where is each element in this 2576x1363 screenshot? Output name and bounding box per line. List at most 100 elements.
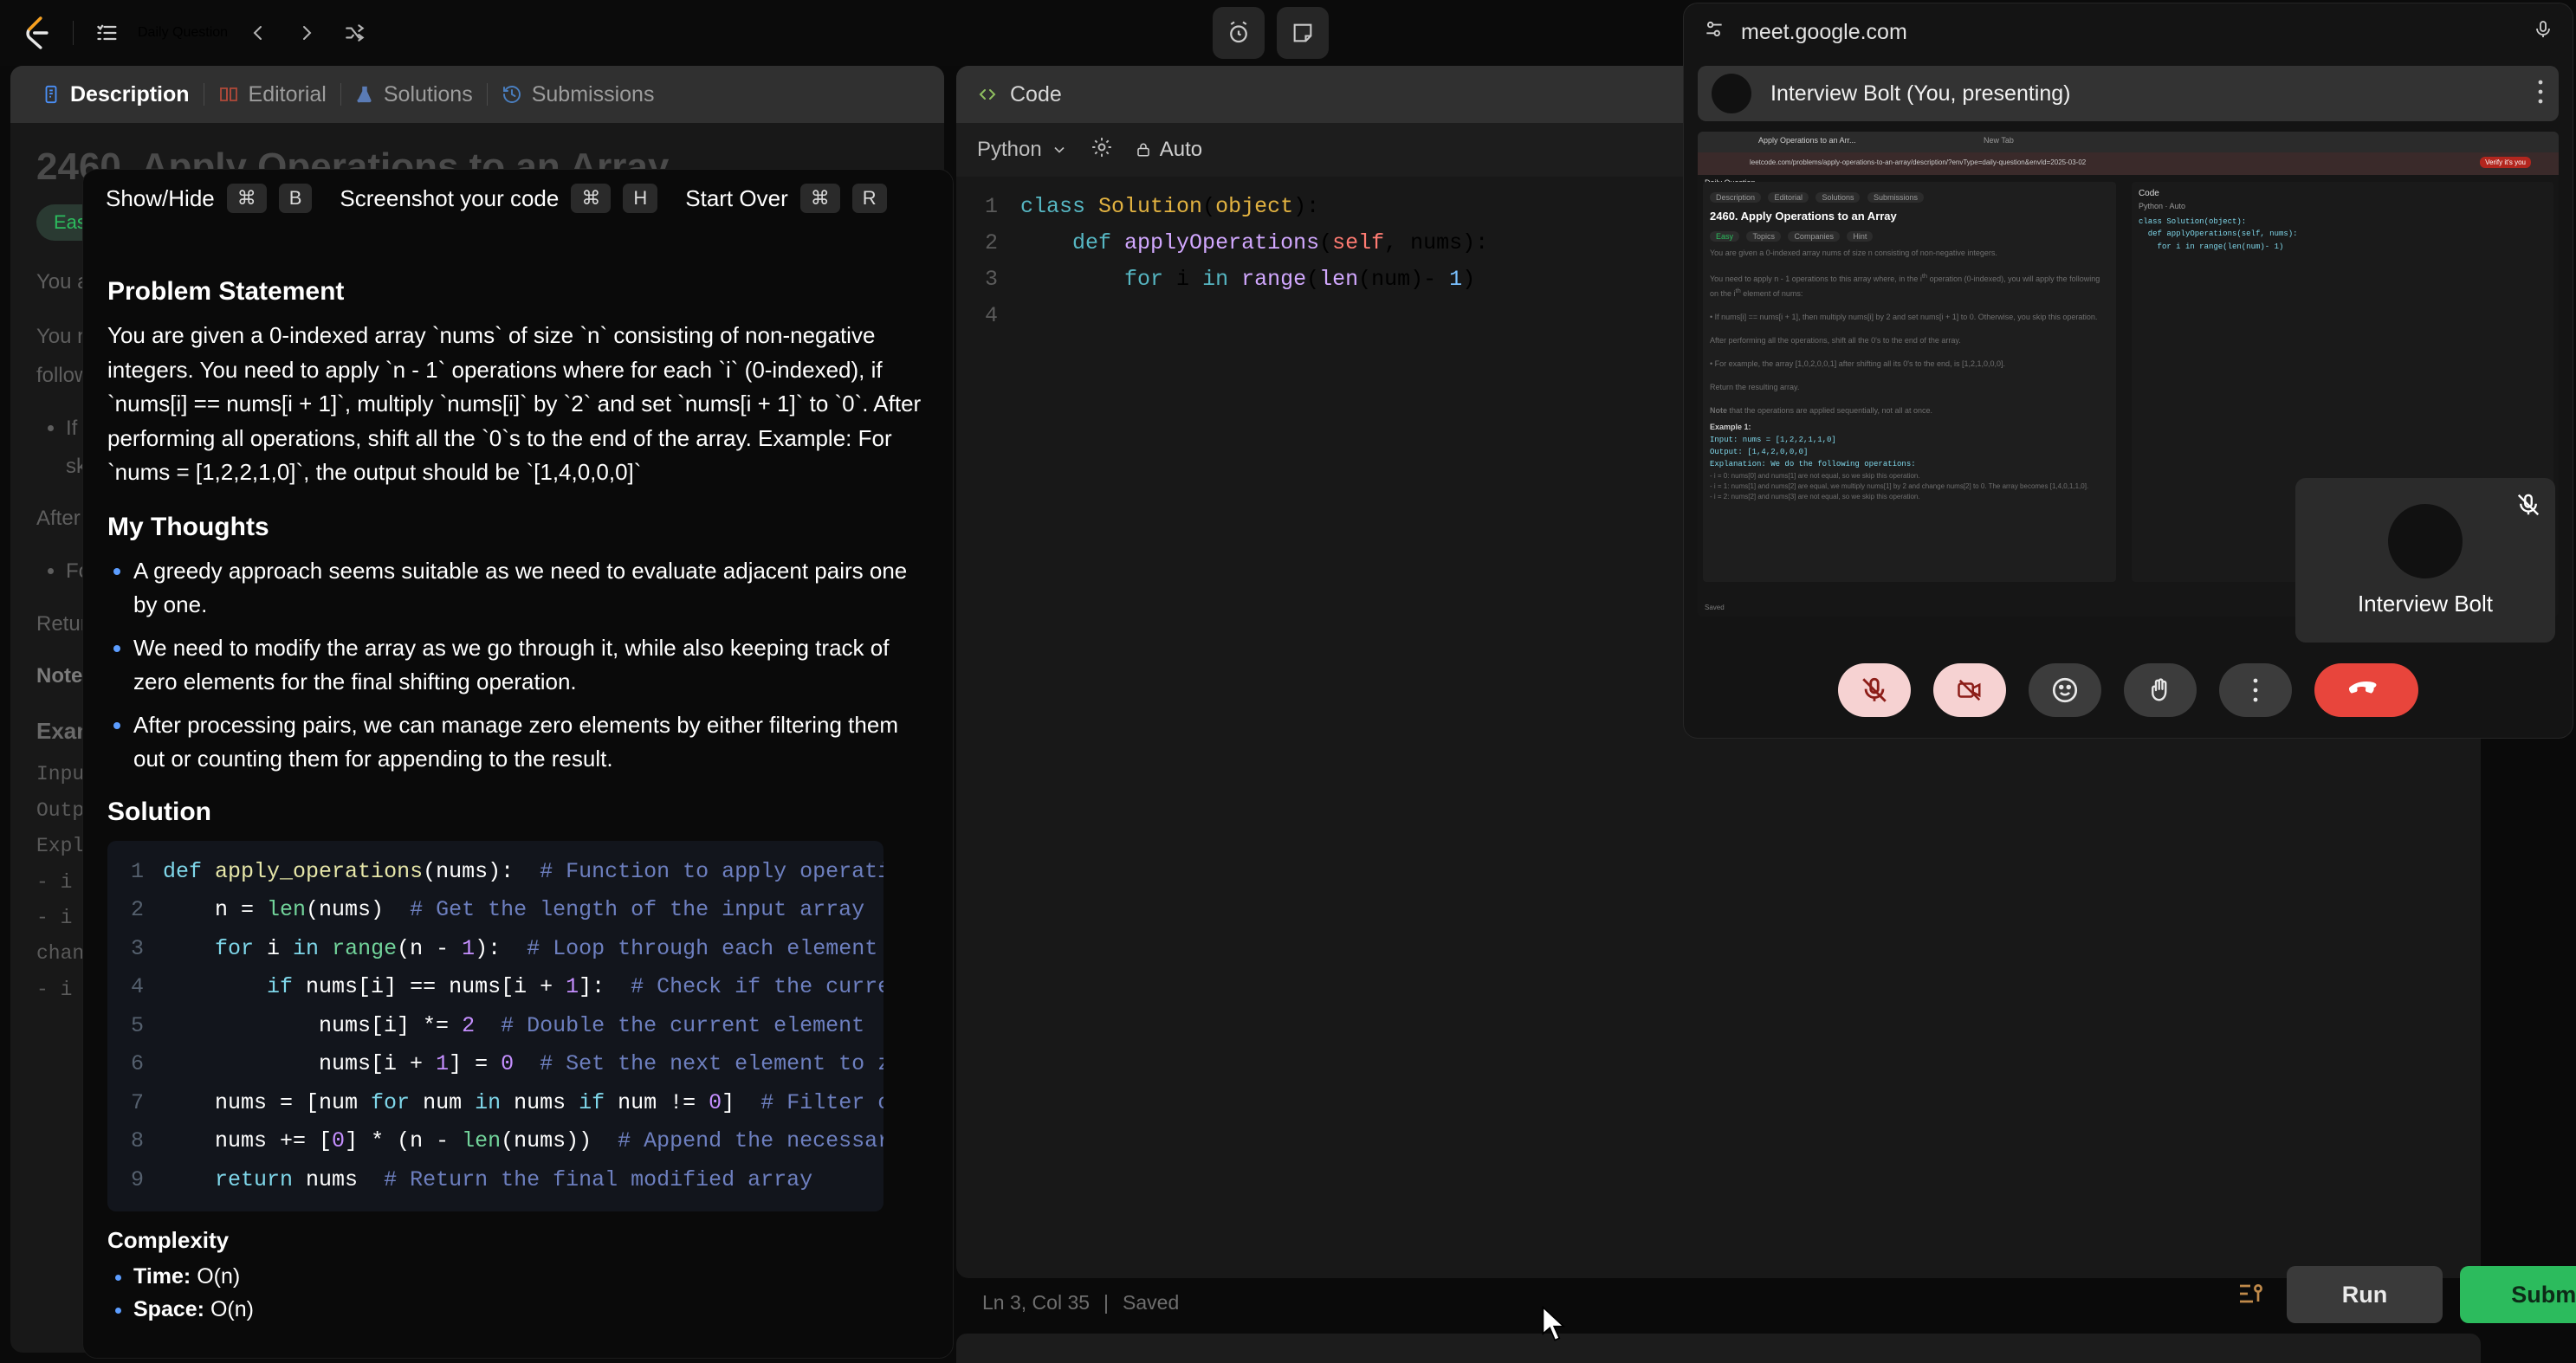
- note-icon[interactable]: [1277, 7, 1329, 59]
- line-content: def applyOperations(self, nums):: [1072, 230, 1489, 255]
- list-item: A greedy approach seems suitable as we n…: [133, 554, 930, 623]
- tab-label: Solutions: [383, 81, 473, 107]
- site-settings-icon[interactable]: [1703, 18, 1725, 47]
- camera-off-button[interactable]: [1933, 663, 2006, 717]
- tab-submissions[interactable]: Submissions: [488, 66, 669, 123]
- text: Note: [36, 663, 83, 688]
- shortcut-label: Start Over: [685, 184, 788, 211]
- code-line: 8 nums += [0] * (n - len(nums)) # Append…: [107, 1122, 883, 1161]
- line-number: 5: [130, 1012, 144, 1038]
- assistant-content: Problem Statement You are given a 0-inde…: [107, 277, 930, 1326]
- language-selector[interactable]: Python: [977, 138, 1068, 162]
- shortcut-label: Show/Hide: [106, 184, 215, 211]
- code-line: 4 if nums[i] == nums[i + 1]: # Check if …: [107, 968, 883, 1007]
- line-number: 4: [984, 303, 998, 328]
- show-hide-shortcut[interactable]: Show/Hide ⌘ B: [106, 184, 313, 213]
- console-panel[interactable]: [956, 1334, 2481, 1363]
- mini-tab: Submissions: [1867, 192, 1924, 203]
- self-tile-name: Interview Bolt: [2357, 590, 2494, 617]
- line-number: 9: [130, 1166, 144, 1192]
- line-content: return nums # Return the final modified …: [215, 1166, 813, 1192]
- key-cmd: ⌘: [799, 184, 840, 213]
- start-over-shortcut[interactable]: Start Over ⌘ R: [685, 184, 887, 213]
- avatar: [1712, 74, 1751, 113]
- mini-url-text: leetcode.com/problems/apply-operations-t…: [1750, 158, 2087, 166]
- code-line: 1 def apply_operations(nums): # Function …: [107, 853, 883, 892]
- participant-name: Interview Bolt (You, presenting): [1770, 81, 2071, 106]
- mini-tab-label: Apply Operations to an Arr...: [1758, 136, 1856, 145]
- key-h: H: [623, 184, 658, 213]
- screenshot-shortcut[interactable]: Screenshot your code ⌘ H: [340, 184, 658, 213]
- line-number: 2: [130, 897, 144, 923]
- line-content: nums[i] *= 2 # Double the current elemen…: [163, 1012, 865, 1038]
- microphone-icon[interactable]: [2533, 18, 2553, 47]
- tab-description[interactable]: Description: [28, 66, 204, 123]
- line-number: 8: [130, 1128, 144, 1154]
- more-options-button[interactable]: [2219, 663, 2292, 717]
- gear-icon[interactable]: [1091, 136, 1113, 165]
- reactions-button[interactable]: [2029, 663, 2101, 717]
- mini-code-line: class Solution(object):: [2138, 217, 2247, 226]
- daily-question-nav: Daily Question: [89, 15, 373, 51]
- run-button[interactable]: Run: [2287, 1266, 2443, 1323]
- next-question-button[interactable]: [288, 15, 325, 51]
- avatar: [2388, 503, 2463, 578]
- url-text: meet.google.com: [1741, 19, 1907, 44]
- line-content: def apply_operations(nums): # Function t…: [163, 858, 883, 884]
- tab-label: Code: [1010, 81, 1062, 107]
- cursor-position: Ln 3, Col 35: [982, 1290, 1091, 1314]
- mini-tab: Description: [1710, 192, 1762, 203]
- line-content: nums += [0] * (n - len(nums)) # Append t…: [163, 1128, 883, 1154]
- daily-question-label: Daily Question: [138, 25, 229, 40]
- problem-list-icon[interactable]: [89, 15, 126, 51]
- format-code-icon[interactable]: [2233, 1278, 2268, 1314]
- line-content: n = len(nums) # Get the length of the in…: [163, 897, 865, 923]
- code-line: 7 nums = [num for num in nums if num != …: [107, 1084, 883, 1123]
- line-number: 1: [984, 194, 998, 219]
- mini-example-output: Output: [1,4,2,0,0,0]: [1710, 447, 1809, 456]
- list-item: Time: O(n): [133, 1261, 930, 1294]
- mini-desc-text: You are given a 0-indexed array nums of …: [1710, 249, 2100, 415]
- tab-solutions[interactable]: Solutions: [341, 66, 487, 123]
- leetcode-logo-icon[interactable]: [19, 14, 57, 52]
- line-number: 2: [984, 230, 998, 255]
- line-number: 3: [130, 935, 144, 961]
- self-video-tile[interactable]: Interview Bolt: [2295, 478, 2555, 643]
- tab-code[interactable]: Code: [975, 82, 1062, 107]
- problem-statement-text: You are given a 0-indexed array `nums` o…: [107, 322, 922, 486]
- line-content: if nums[i] == nums[i + 1]: # Check if th…: [267, 974, 883, 1000]
- mini-saved: Saved: [1705, 604, 1725, 611]
- more-vertical-icon[interactable]: [2536, 77, 2545, 111]
- browser-address-bar[interactable]: meet.google.com: [1684, 3, 2573, 61]
- mini-status: Saved: [1705, 604, 1725, 611]
- line-content: nums[i + 1] = 0 # Set the next element t…: [163, 1051, 883, 1077]
- problem-statement-title: Problem Statement: [107, 277, 345, 306]
- shuffle-icon[interactable]: [337, 15, 373, 51]
- line-content: class Solution(object):: [1020, 194, 1320, 219]
- mini-verify-badge: Verify it's you: [2480, 157, 2531, 168]
- participant-tile[interactable]: Interview Bolt (You, presenting): [1698, 66, 2559, 121]
- mic-off-button[interactable]: [1838, 663, 1911, 717]
- list-item: We need to modify the array as we go thr…: [133, 631, 930, 700]
- prev-question-button[interactable]: [240, 15, 276, 51]
- submit-button[interactable]: Submit: [2460, 1266, 2576, 1323]
- chevron-down-icon: [1054, 146, 1065, 153]
- mini-tab-label-2: New Tab: [1984, 136, 2014, 145]
- tab-editorial[interactable]: Editorial: [204, 66, 340, 123]
- raise-hand-button[interactable]: [2124, 663, 2197, 717]
- google-meet-window: meet.google.com Interview Bolt (You, pre…: [1684, 3, 2573, 738]
- mini-tab: Solutions: [1815, 192, 1861, 203]
- line-number: 1: [130, 858, 144, 884]
- complexity-value: O(n): [197, 1264, 241, 1289]
- mini-chip: Companies: [1788, 231, 1840, 242]
- divider: [73, 21, 74, 45]
- end-call-button[interactable]: [2314, 663, 2418, 717]
- complexity-label: Time:: [133, 1264, 191, 1289]
- line-content: for i in range(len(num)- 1): [1124, 267, 1476, 292]
- mini-lang: Python: [2138, 202, 2163, 210]
- complexity-label: Space:: [133, 1296, 204, 1321]
- top-center-actions: [1213, 7, 1329, 59]
- auto-toggle[interactable]: Auto: [1136, 138, 1202, 162]
- alarm-clock-icon[interactable]: [1213, 7, 1265, 59]
- separator: |: [1104, 1290, 1110, 1314]
